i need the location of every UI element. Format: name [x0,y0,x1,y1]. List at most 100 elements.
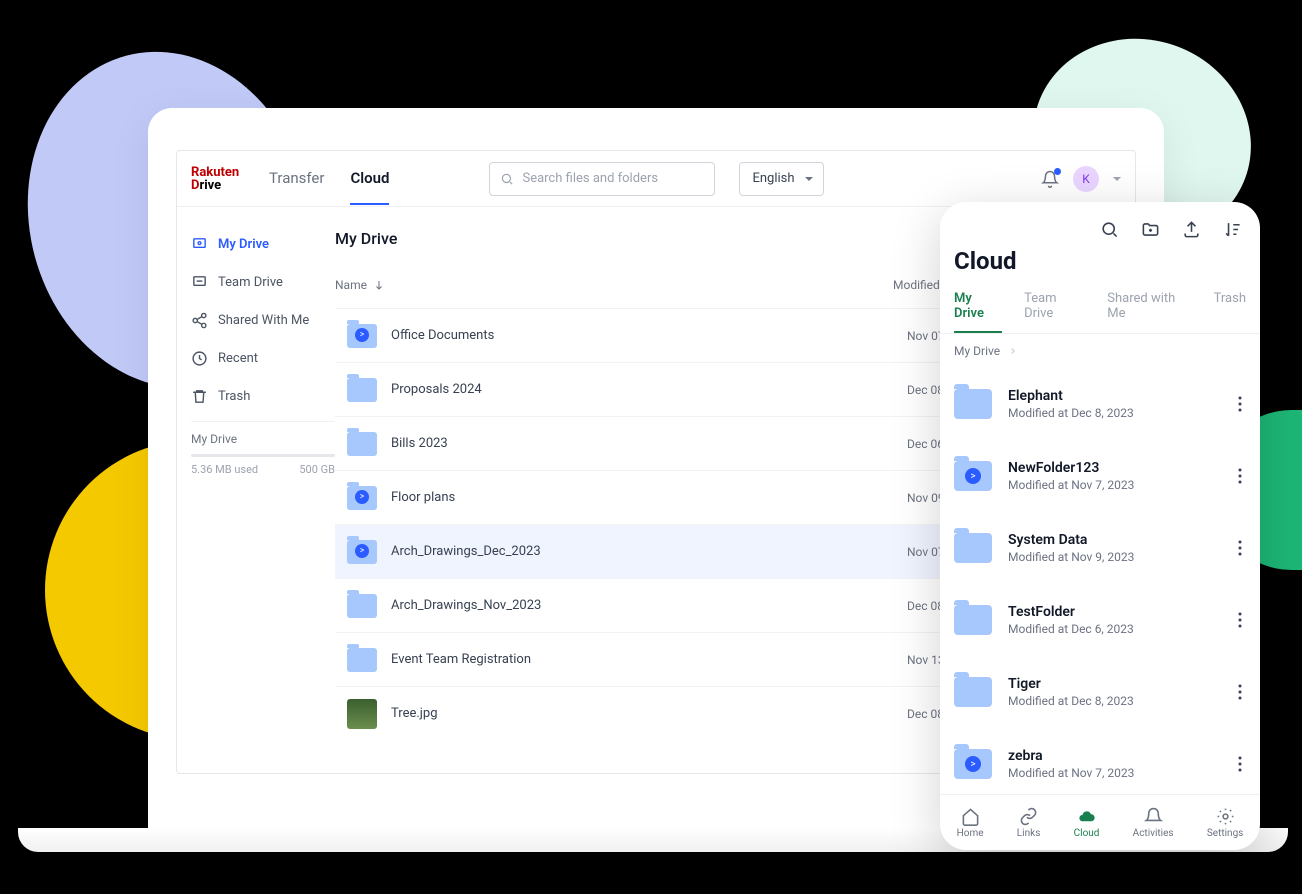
storage-used: 5.36 MB used [191,463,258,476]
sidebar-item-label: Trash [218,389,250,404]
file-name: Arch_Drawings_Dec_2023 [391,544,907,559]
nav-label: Cloud [1074,828,1100,839]
language-select[interactable]: English [739,162,823,196]
clock-icon [191,350,208,367]
phone-file-list: Elephant Modified at Dec 8, 2023 NewFolder… [940,368,1260,794]
file-name: Proposals 2024 [391,382,907,397]
file-name: Bills 2023 [391,436,907,451]
sidebar-item-label: Team Drive [218,275,283,290]
phone-file-row[interactable]: Elephant Modified at Dec 8, 2023 [940,368,1260,440]
phone-file-row[interactable]: TestFolder Modified at Dec 6, 2023 [940,584,1260,656]
more-button[interactable] [1230,388,1250,420]
nav-label: Links [1017,828,1041,839]
folder-icon [347,648,377,672]
folder-icon [347,324,377,348]
sidebar-item-mydrive[interactable]: My Drive [191,225,335,263]
folder-icon [347,432,377,456]
gear-icon [1216,807,1235,826]
storage-widget: My Drive 5.36 MB used500 GB [191,421,335,476]
file-name: Arch_Drawings_Nov_2023 [391,598,907,613]
image-thumbnail [347,699,377,729]
nav-label: Home [957,828,984,839]
folder-icon [954,461,992,491]
upload-icon[interactable] [1182,220,1201,239]
phone-file-row[interactable]: Tiger Modified at Dec 8, 2023 [940,656,1260,728]
breadcrumb[interactable]: My Drive [940,334,1260,368]
bell-icon [1144,807,1163,826]
tab-mydrive[interactable]: My Drive [954,285,1002,333]
file-meta: Modified at Nov 7, 2023 [1008,478,1230,492]
new-folder-icon[interactable] [1141,220,1160,239]
search-icon [500,172,514,186]
chevron-right-icon [1008,346,1018,356]
search-icon[interactable] [1100,220,1119,239]
notification-button[interactable] [1041,170,1059,188]
column-name[interactable]: Name [335,278,893,292]
nav-cloud[interactable]: Cloud [1074,807,1100,839]
top-tabs: Transfer Cloud [269,153,389,205]
topbar: Rakuten Drive Transfer Cloud Search file… [177,151,1135,207]
cloud-icon [1077,807,1096,826]
nav-label: Settings [1207,828,1244,839]
more-button[interactable] [1230,676,1250,708]
phone-file-row[interactable]: System Data Modified at Nov 9, 2023 [940,512,1260,584]
sort-icon[interactable] [1223,220,1242,239]
file-meta: Modified at Nov 7, 2023 [1008,766,1230,780]
folder-icon [347,486,377,510]
sidebar: My Drive Team Drive Shared With Me Recen… [177,207,335,773]
search-input[interactable]: Search files and folders [489,162,715,196]
sidebar-item-trash[interactable]: Trash [191,377,335,415]
file-name: zebra [1008,748,1230,764]
tab-transfer[interactable]: Transfer [269,153,324,205]
tab-teamdrive[interactable]: Team Drive [1024,285,1085,333]
tab-shared[interactable]: Shared with Me [1107,285,1191,333]
file-meta: Modified at Dec 8, 2023 [1008,694,1230,708]
notification-dot [1054,168,1061,175]
folder-icon [954,605,992,635]
file-name: Floor plans [391,490,907,505]
avatar[interactable]: K [1073,166,1099,192]
phone-nav: Home Links Cloud Activities Settings [940,794,1260,850]
team-icon [191,274,208,291]
sidebar-item-teamdrive[interactable]: Team Drive [191,263,335,301]
sidebar-item-recent[interactable]: Recent [191,339,335,377]
file-name: Event Team Registration [391,652,907,667]
tab-cloud[interactable]: Cloud [350,153,389,205]
more-button[interactable] [1230,460,1250,492]
storage-title: My Drive [191,432,335,446]
phone-toolbar [940,202,1260,247]
file-name: Tree.jpg [391,706,907,721]
sidebar-item-label: Shared With Me [218,313,309,328]
folder-icon [954,533,992,563]
link-icon [1019,807,1038,826]
file-name: NewFolder123 [1008,460,1230,476]
nav-home[interactable]: Home [957,807,984,839]
file-meta: Modified at Dec 8, 2023 [1008,406,1230,420]
phone-tabs: My Drive Team Drive Shared with Me Trash [940,285,1260,334]
file-name: Elephant [1008,388,1230,404]
phone-title: Cloud [940,247,1260,285]
tab-trash[interactable]: Trash [1214,285,1246,333]
more-button[interactable] [1230,604,1250,636]
file-meta: Modified at Dec 6, 2023 [1008,622,1230,636]
chevron-down-icon[interactable] [1113,177,1121,185]
file-name: TestFolder [1008,604,1230,620]
more-button[interactable] [1230,748,1250,780]
phone-file-row[interactable]: NewFolder123 Modified at Nov 7, 2023 [940,440,1260,512]
sidebar-item-label: My Drive [218,237,269,252]
folder-icon [954,389,992,419]
folder-icon [954,749,992,779]
more-button[interactable] [1230,532,1250,564]
file-meta: Modified at Nov 9, 2023 [1008,550,1230,564]
storage-bar [191,454,335,457]
share-icon [191,312,208,329]
file-name: Office Documents [391,328,907,343]
nav-activities[interactable]: Activities [1133,807,1174,839]
file-name: System Data [1008,532,1230,548]
logo[interactable]: Rakuten Drive [191,166,247,192]
file-name: Tiger [1008,676,1230,692]
nav-settings[interactable]: Settings [1207,807,1244,839]
nav-links[interactable]: Links [1017,807,1041,839]
sidebar-item-shared[interactable]: Shared With Me [191,301,335,339]
phone-file-row[interactable]: zebra Modified at Nov 7, 2023 [940,728,1260,794]
